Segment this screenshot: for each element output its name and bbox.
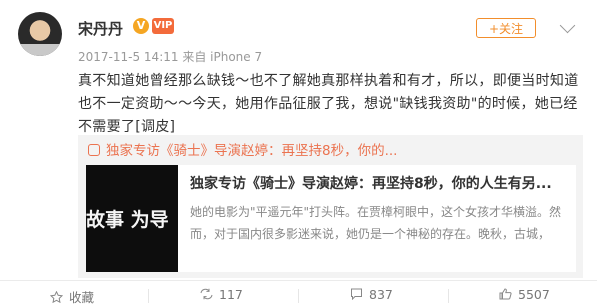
post-text: 真不知道她曾经那么缺钱～也不了解她真那样执着和有才，所以，即便当时知道也不一定资… bbox=[78, 73, 579, 135]
article-description: 她的电影为"平遥元年"打头阵。在贾樟柯眼中，这个女孩才华横溢。然而，对于国内很多… bbox=[190, 205, 562, 241]
thumbs-up-icon bbox=[499, 288, 512, 300]
link-icon bbox=[88, 144, 100, 156]
article-thumbnail[interactable]: 故事 为导 bbox=[86, 165, 178, 272]
like-button[interactable]: 5507 bbox=[499, 287, 550, 302]
timestamp: 2017-11-5 14:11 bbox=[78, 50, 179, 64]
follow-button[interactable]: +关注 bbox=[476, 18, 536, 38]
article-preview[interactable]: 故事 为导 独家专访《骑士》导演赵婷：再坚持8秒，你的人生有另... 她的电影为… bbox=[86, 165, 576, 272]
comment-button[interactable]: 837 bbox=[350, 287, 393, 302]
avatar-shirt bbox=[18, 44, 62, 56]
source: 来自 iPhone 7 bbox=[182, 50, 263, 64]
favorite-button[interactable]: 收藏 bbox=[50, 287, 94, 306]
chevron-down-icon[interactable] bbox=[559, 17, 576, 34]
username[interactable]: 宋丹丹 bbox=[78, 18, 123, 39]
divider bbox=[448, 289, 449, 303]
favorite-label: 收藏 bbox=[69, 290, 95, 305]
thumbnail-text: 故事 为导 bbox=[86, 209, 169, 231]
shared-article-card: 独家专访《骑士》导演赵婷：再坚持8秒，你的... 故事 为导 独家专访《骑士》导… bbox=[78, 135, 583, 278]
like-count: 5507 bbox=[518, 287, 550, 302]
comment-icon bbox=[351, 288, 362, 300]
repost-button[interactable]: 117 bbox=[200, 287, 243, 302]
divider bbox=[298, 289, 299, 303]
vip-badge-icon: VIP bbox=[152, 18, 174, 34]
divider bbox=[148, 289, 149, 303]
star-icon bbox=[50, 291, 63, 303]
article-link-text: 独家专访《骑士》导演赵婷：再坚持8秒，你的... bbox=[106, 143, 398, 159]
article-link[interactable]: 独家专访《骑士》导演赵婷：再坚持8秒，你的... bbox=[88, 139, 397, 159]
post-meta: 2017-11-5 14:11 来自 iPhone 7 bbox=[78, 48, 262, 65]
repost-icon bbox=[200, 288, 213, 300]
article-title[interactable]: 独家专访《骑士》导演赵婷：再坚持8秒，你的人生有另... bbox=[190, 173, 570, 193]
verified-badge-icon: V bbox=[133, 18, 149, 34]
comment-count: 837 bbox=[369, 287, 393, 302]
repost-count: 117 bbox=[219, 287, 243, 302]
action-bar: 收藏 117 837 5507 bbox=[0, 280, 597, 308]
avatar[interactable] bbox=[18, 12, 62, 56]
